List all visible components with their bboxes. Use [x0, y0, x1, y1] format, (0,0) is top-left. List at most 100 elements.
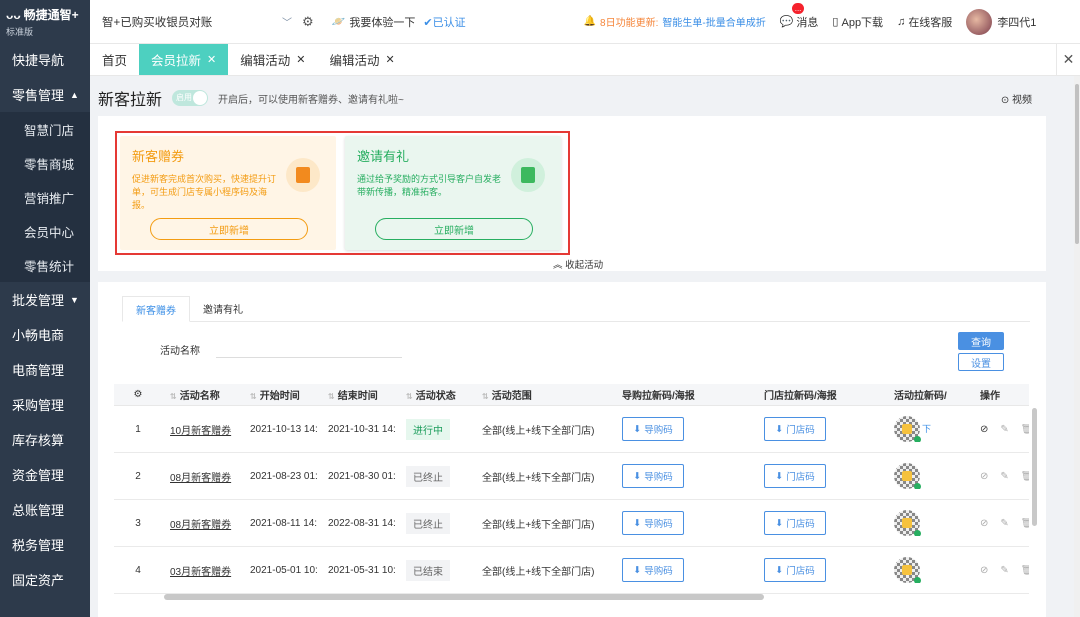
video-link[interactable]: ⊙ 视频: [1001, 91, 1032, 106]
edit-icon[interactable]: ✎: [1000, 424, 1008, 435]
column-label: 门店拉新码/海报: [764, 391, 837, 402]
gear-icon[interactable]: ⚙: [302, 14, 314, 30]
delete-icon[interactable]: 🗑: [1021, 518, 1029, 529]
horizontal-scrollbar[interactable]: [164, 594, 764, 600]
guide-code-button[interactable]: ⬇ 导购码: [622, 464, 684, 488]
activity-name-link[interactable]: 03月新客赠券: [170, 567, 231, 578]
sidebar-item[interactable]: 采购管理: [0, 387, 90, 422]
sidebar-item[interactable]: 库存核算: [0, 422, 90, 457]
tab-new-customer-coupon[interactable]: 新客赠券: [122, 296, 190, 322]
page-tab[interactable]: 编辑活动 ✕: [228, 44, 317, 75]
sidebar-item[interactable]: 电商管理: [0, 352, 90, 387]
sort-icon[interactable]: ⇅: [328, 392, 335, 401]
sort-icon[interactable]: ⇅: [406, 392, 413, 401]
column-label: 操作: [980, 391, 1000, 402]
enable-toggle[interactable]: 启用: [172, 90, 209, 106]
qr-code-icon[interactable]: [894, 557, 921, 583]
delete-icon[interactable]: 🗑: [1021, 471, 1029, 482]
column-settings-icon[interactable]: ⚙: [134, 389, 143, 400]
online-service-button[interactable]: ♫ 在线客服: [897, 14, 952, 30]
activity-name-link[interactable]: 08月新客赠券: [170, 473, 231, 484]
store-code-button[interactable]: ⬇ 门店码: [764, 417, 826, 441]
page-tab[interactable]: 会员拉新 ✕: [139, 44, 229, 75]
store-code-button[interactable]: ⬇ 门店码: [764, 558, 826, 582]
qr-code-icon[interactable]: [894, 510, 921, 536]
table-vertical-scrollbar[interactable]: [1032, 408, 1037, 526]
tab-close-icon[interactable]: ✕: [296, 53, 305, 66]
scope-cell: 全部(线上+线下全部门店): [474, 422, 614, 437]
activity-name-link[interactable]: 08月新客赠券: [170, 520, 231, 531]
update-notice[interactable]: 🔔 8日功能更新: 智能生单-批量合单成折: [584, 14, 766, 29]
edit-icon[interactable]: ✎: [1000, 471, 1008, 482]
qr-code-icon[interactable]: [894, 463, 921, 489]
column-label: 活动名称: [179, 391, 220, 402]
download-link[interactable]: 下: [922, 424, 931, 434]
store-code-button[interactable]: ⬇ 门店码: [764, 464, 826, 488]
page-tab[interactable]: 编辑活动 ✕: [317, 44, 406, 75]
guide-code-button[interactable]: ⬇ 导购码: [622, 417, 684, 441]
sidebar-item[interactable]: 总账管理: [0, 492, 90, 527]
page-tab[interactable]: 首页: [90, 44, 139, 75]
sidebar-item[interactable]: 固定资产: [0, 562, 90, 597]
sidebar-item[interactable]: 零售商城: [0, 146, 90, 180]
sort-icon[interactable]: ⇅: [482, 392, 489, 401]
status-cell: 已终止: [398, 512, 474, 534]
edit-icon[interactable]: ✎: [1000, 565, 1008, 576]
sidebar-item[interactable]: 零售管理 ▲: [0, 77, 90, 112]
avatar[interactable]: [966, 8, 993, 35]
tab-invite-reward[interactable]: 邀请有礼: [190, 296, 256, 321]
sidebar-item[interactable]: 智慧门店: [0, 112, 90, 146]
column-header[interactable]: ⚙: [114, 389, 162, 400]
stop-icon[interactable]: ⊘: [980, 424, 988, 435]
stop-icon[interactable]: ⊘: [980, 565, 988, 576]
app-download-button[interactable]: ▯ App下载: [832, 14, 883, 30]
download-icon: ⬇: [633, 517, 642, 529]
sidebar-item[interactable]: 会员中心: [0, 214, 90, 248]
collapse-activities-link[interactable]: ︽ 收起活动: [553, 257, 603, 271]
delete-icon[interactable]: 🗑: [1021, 565, 1029, 576]
table-row: 2 08月新客赠券 2021-08-23 01: 2021-08-30 01: 已终止 全…: [114, 453, 1029, 500]
sidebar-item[interactable]: 快捷导航: [0, 42, 90, 77]
list-tabs: 新客赠券 邀请有礼: [122, 296, 1030, 322]
add-invite-activity-button[interactable]: 立即新增: [375, 218, 533, 240]
guide-code-button[interactable]: ⬇ 导购码: [622, 558, 684, 582]
activity-list-panel: 新客赠券 邀请有礼 活动名称 查询 设置 ⚙ ⇅ 活动名称 ⇅ 开始时间 ⇅ 结束时间 ⇅ 活动…: [98, 282, 1046, 617]
qr-code-icon[interactable]: [894, 416, 921, 442]
stop-icon[interactable]: ⊘: [980, 471, 988, 482]
activity-scope: 全部(线上+线下全部门店): [482, 425, 595, 437]
edit-icon[interactable]: ✎: [1000, 518, 1008, 529]
chevron-up-icon: ︽: [553, 260, 563, 271]
query-button[interactable]: 查询: [958, 332, 1004, 350]
store-code-button[interactable]: ⬇ 门店码: [764, 511, 826, 535]
sort-icon[interactable]: ⇅: [250, 392, 257, 401]
sort-icon[interactable]: ⇅: [170, 392, 177, 401]
add-coupon-activity-button[interactable]: 立即新增: [150, 218, 308, 240]
download-icon: ⬇: [775, 470, 784, 482]
activity-qr-cell: [886, 510, 972, 536]
scrollbar-thumb[interactable]: [1075, 84, 1079, 244]
sidebar-item[interactable]: 小畅电商: [0, 317, 90, 352]
shop-select[interactable]: 智+已购买收银员对账 ﹀: [102, 14, 292, 30]
page-scrollbar[interactable]: [1074, 76, 1080, 617]
settings-button[interactable]: 设置: [958, 353, 1004, 371]
chevron-down-icon: ﹀: [282, 18, 292, 29]
stop-icon[interactable]: ⊘: [980, 518, 988, 529]
sidebar-item[interactable]: 营销推广: [0, 180, 90, 214]
sidebar-item[interactable]: 批发管理 ▼: [0, 282, 90, 317]
sidebar-item[interactable]: 零售统计: [0, 248, 90, 282]
try-experience-link[interactable]: 🪐 我要体验一下: [332, 14, 416, 30]
sidebar-item[interactable]: 税务管理: [0, 527, 90, 562]
tab-close-icon[interactable]: ✕: [207, 53, 216, 66]
username[interactable]: 李四代1: [997, 14, 1036, 30]
guide-code-button[interactable]: ⬇ 导购码: [622, 511, 684, 535]
download-icon: ⬇: [633, 423, 642, 435]
delete-icon[interactable]: 🗑: [1021, 424, 1029, 435]
download-icon: ⬇: [775, 517, 784, 529]
tab-close-icon[interactable]: ✕: [386, 53, 395, 66]
activity-name-link[interactable]: 10月新客赠券: [170, 426, 231, 437]
sidebar-item[interactable]: 资金管理: [0, 457, 90, 492]
column-header: ⇅ 活动状态: [398, 387, 474, 402]
close-icon[interactable]: ✕: [1056, 44, 1080, 75]
activity-name-input[interactable]: [216, 336, 402, 358]
messages-button[interactable]: 💬... 消息: [780, 2, 818, 30]
